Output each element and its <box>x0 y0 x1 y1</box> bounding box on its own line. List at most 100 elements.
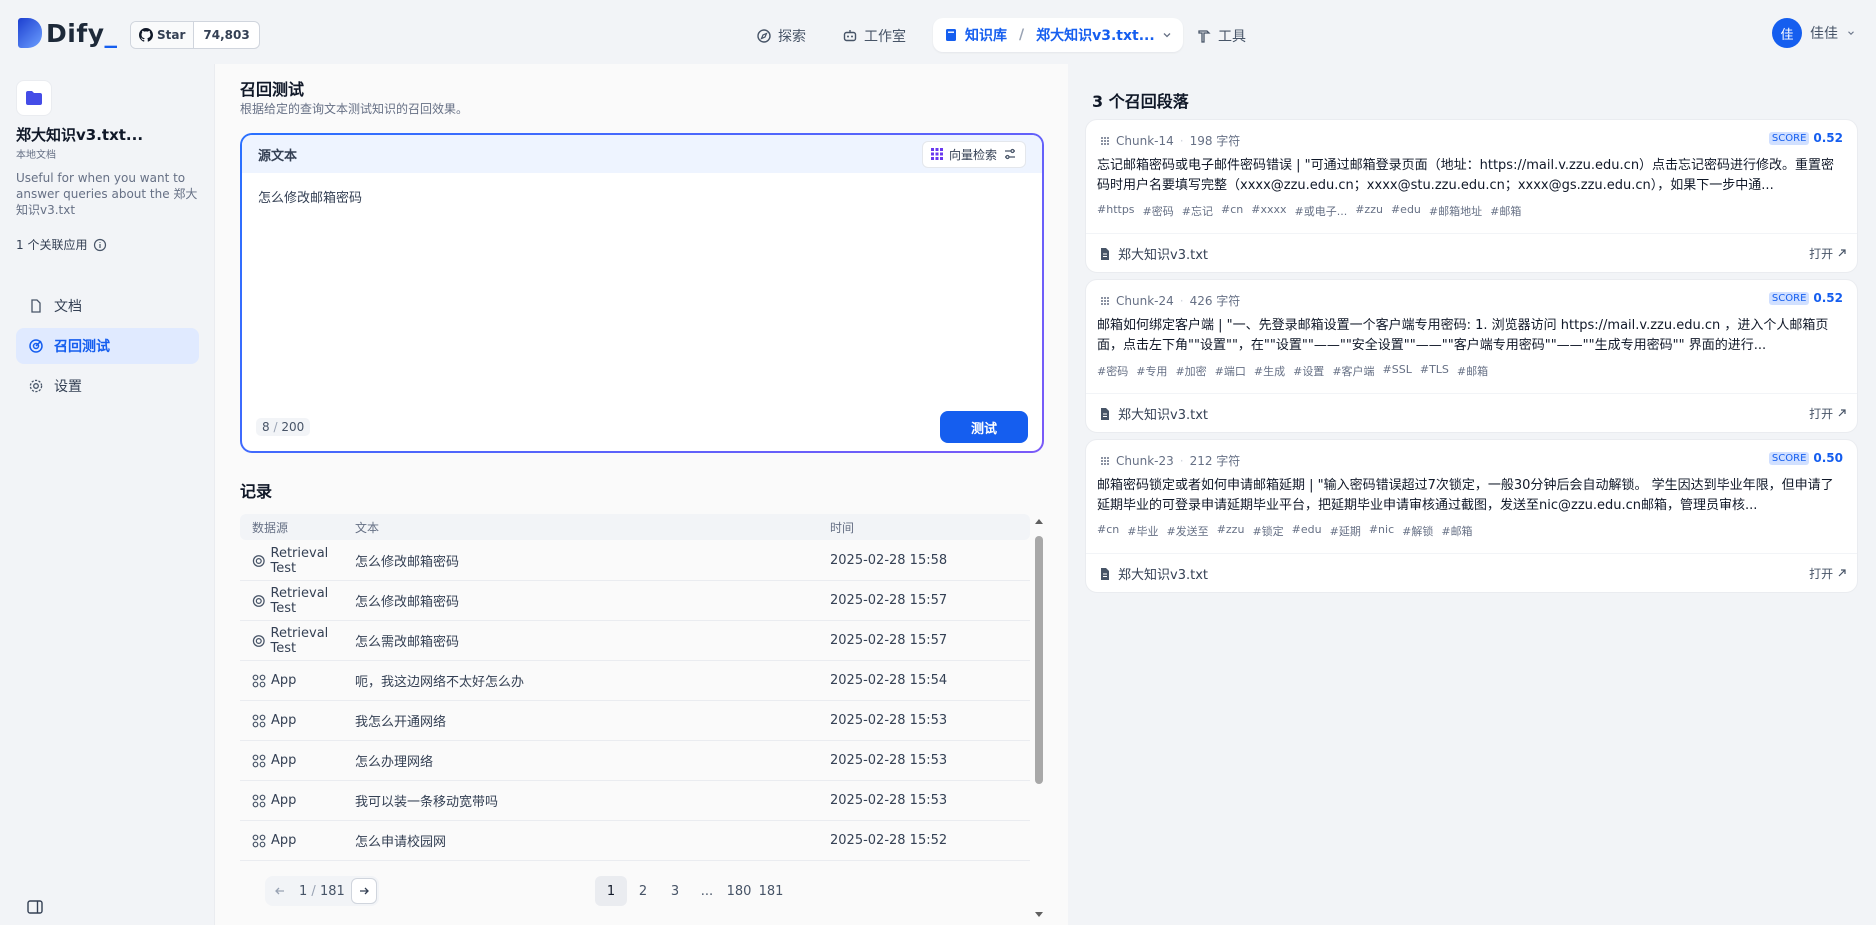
vector-grid-icon <box>930 148 943 160</box>
records-title: 记录 <box>240 482 273 501</box>
keyword: zzu <box>1225 523 1245 536</box>
nav-explore[interactable]: 探索 <box>746 20 816 52</box>
settings-sliders-icon <box>1005 148 1015 160</box>
sidebar: 郑大知识v3.txt... 本地文档 Useful for when you w… <box>0 64 215 925</box>
query-box: 源文本 向量检索 怎么修改邮箱密码 8 / 200 测试 <box>240 133 1044 453</box>
nav-tools[interactable]: 工具 <box>1186 20 1256 52</box>
row-time: 2025-02-28 15:53 <box>830 753 948 768</box>
drag-grid-icon <box>1101 136 1109 145</box>
page-button[interactable]: 1 <box>595 876 627 906</box>
table-row[interactable]: App 我可以装一条移动宽带吗 2025-02-28 15:53 <box>240 781 1030 821</box>
external-link-icon <box>1838 569 1846 577</box>
sidebar-item-documents[interactable]: 文档 <box>16 288 199 324</box>
target-icon <box>252 594 265 607</box>
result-card[interactable]: Chunk-23 · 212 字符 SCORE 0.50 邮箱密码锁定或者如何申请… <box>1085 439 1858 593</box>
sidebar-item-retrieval-test[interactable]: 召回测试 <box>16 328 199 364</box>
char-max: 200 <box>281 420 305 434</box>
keyword: 端口 <box>1223 365 1246 378</box>
score-label: SCORE <box>1768 451 1810 465</box>
breadcrumb-dataset[interactable]: 郑大知识v3.txt... <box>1036 25 1155 45</box>
prev-page-button[interactable] <box>267 878 293 904</box>
keyword: cn <box>1106 523 1120 536</box>
compass-icon <box>757 29 771 43</box>
keyword: cn <box>1230 203 1244 216</box>
table-row[interactable]: App 呃，我这边网络不太好怎么办 2025-02-28 15:54 <box>240 661 1030 701</box>
app-grid-icon <box>252 754 266 767</box>
target-icon <box>252 554 265 567</box>
table-row[interactable]: App 怎么申请校园网 2025-02-28 15:52 <box>240 821 1030 861</box>
gear-icon <box>29 379 43 393</box>
source-doc: 郑大知识v3.txt <box>1118 248 1208 263</box>
keyword-list: #https #密码 #忘记 #cn #xxxx #或电子... #zzu #e… <box>1097 203 1522 218</box>
scrollbar-thumb[interactable] <box>1035 536 1043 784</box>
collapse-sidebar-button[interactable] <box>26 898 44 920</box>
keyword: 密码 <box>1106 365 1129 378</box>
table-row[interactable]: App 我怎么开通网络 2025-02-28 15:53 <box>240 701 1030 741</box>
score-value: 0.52 <box>1813 131 1843 145</box>
chevron-down-icon <box>1848 31 1854 36</box>
nav-knowledge[interactable]: 知识库 / 郑大知识v3.txt... <box>933 18 1183 52</box>
row-text: 怎么申请校园网 <box>355 835 447 850</box>
chunk-text: 邮箱如何绑定客户端 | "一、先登录邮箱设置一个客户端专用密码: 1. 浏览器访… <box>1097 318 1829 353</box>
keyword: 邮箱 <box>1499 205 1522 218</box>
score-value: 0.52 <box>1813 291 1843 305</box>
dify-logo[interactable]: Dify_ <box>18 18 118 48</box>
table-row[interactable]: Retrieval Test 怎么需改邮箱密码 2025-02-28 15:57 <box>240 621 1030 661</box>
query-header: 源文本 向量检索 <box>242 135 1042 173</box>
results-title: 3 个召回段落 <box>1092 92 1189 111</box>
row-text: 怎么修改邮箱密码 <box>355 595 460 610</box>
keyword: nic <box>1378 523 1395 536</box>
test-button[interactable]: 测试 <box>940 411 1028 443</box>
chunk-id: Chunk-23 <box>1116 453 1174 468</box>
target-icon <box>29 339 43 353</box>
keyword-list: #cn #毕业 #发送至 #zzu #锁定 #edu #延期 #nic #解锁 … <box>1097 523 1473 538</box>
table-row[interactable]: Retrieval Test 怎么修改邮箱密码 2025-02-28 15:57 <box>240 581 1030 621</box>
table-row[interactable]: App 怎么办理网络 2025-02-28 15:53 <box>240 741 1030 781</box>
row-source: App <box>271 833 297 848</box>
table-row[interactable]: Retrieval Test 怎么修改邮箱密码 2025-02-28 15:58 <box>240 541 1030 581</box>
sidebar-toggle-icon <box>27 900 43 914</box>
open-link[interactable]: 打开 <box>1809 245 1847 262</box>
next-page-button[interactable] <box>350 878 377 904</box>
open-link[interactable]: 打开 <box>1809 405 1847 422</box>
keyword: edu <box>1400 203 1421 216</box>
related-apps[interactable]: 1 个关联应用 <box>16 236 107 253</box>
file-icon <box>1101 247 1109 260</box>
page-button[interactable]: 2 <box>627 876 659 906</box>
main-panel: 召回测试 根据给定的查询文本测试知识的召回效果。 源文本 向量检索 怎么修改邮箱… <box>215 64 1068 925</box>
chunk-text: 邮箱密码锁定或者如何申请邮箱延期 | "输入密码错误超过7次锁定，一般30分钟后… <box>1097 478 1834 513</box>
row-text: 我怎么开通网络 <box>355 715 447 730</box>
score-badge: SCORE 0.50 <box>1768 451 1843 465</box>
source-doc: 郑大知识v3.txt <box>1118 408 1208 423</box>
row-text: 怎么办理网络 <box>355 755 434 770</box>
dataset-icon <box>16 80 52 116</box>
page-title: 召回测试 <box>240 80 305 99</box>
page-button[interactable]: 181 <box>755 876 787 906</box>
file-icon <box>1101 567 1109 580</box>
retrieval-method-button[interactable]: 向量检索 <box>921 140 1026 168</box>
score-badge: SCORE 0.52 <box>1768 291 1843 305</box>
row-time: 2025-02-28 15:58 <box>830 553 948 568</box>
page-button[interactable]: 180 <box>723 876 755 906</box>
sidebar-item-settings[interactable]: 设置 <box>16 368 199 404</box>
score-label: SCORE <box>1768 291 1810 305</box>
info-icon <box>94 238 107 251</box>
nav-studio[interactable]: 工作室 <box>832 20 916 52</box>
github-star-button[interactable]: Star 74,803 <box>130 21 260 49</box>
dataset-title: 郑大知识v3.txt... <box>16 126 144 144</box>
document-icon <box>31 299 41 313</box>
query-textarea[interactable]: 怎么修改邮箱密码 <box>258 187 362 206</box>
keyword: 邮箱 <box>1450 525 1473 538</box>
hammer-icon <box>1198 30 1211 43</box>
page-button[interactable]: 3 <box>659 876 691 906</box>
keyword: 毕业 <box>1136 525 1159 538</box>
app-grid-icon <box>252 714 266 727</box>
keyword: 发送至 <box>1175 525 1209 538</box>
robot-icon <box>843 30 857 42</box>
user-menu[interactable]: 佳 佳佳 <box>1772 18 1856 48</box>
result-card[interactable]: Chunk-24 · 426 字符 SCORE 0.52 邮箱如何绑定客户端 | … <box>1085 279 1858 433</box>
open-link[interactable]: 打开 <box>1809 565 1847 582</box>
result-card[interactable]: Chunk-14 · 198 字符 SCORE 0.52 忘记邮箱密码或电子邮件密… <box>1085 119 1858 273</box>
keyword: zzu <box>1364 203 1383 216</box>
github-star-label: Star <box>157 28 186 42</box>
